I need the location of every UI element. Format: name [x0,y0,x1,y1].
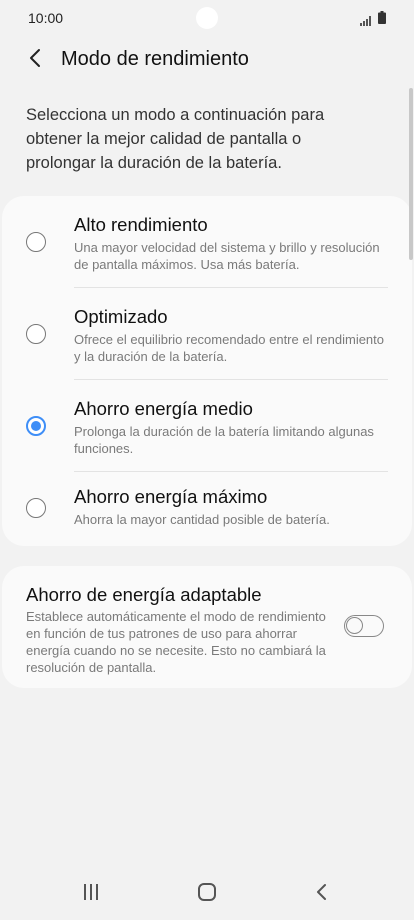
radio-button[interactable] [26,498,46,518]
status-bar: 10:00 [0,0,414,36]
radio-button[interactable] [26,232,46,252]
mode-title: Ahorro energía máximo [74,486,268,507]
back-button[interactable] [20,46,50,74]
performance-modes-card: Alto rendimiento Una mayor velocidad del… [2,196,412,546]
mode-item-optimizado[interactable]: Optimizado Ofrece el equilibrio recomend… [2,288,412,380]
mode-description: Ahorra la mayor cantidad posible de bate… [74,512,330,527]
mode-item-ahorro-energia-maximo[interactable]: Ahorro energía máximo Ahorra la mayor ca… [2,472,412,546]
mode-description: Ofrece el equilibrio recomendado entre e… [74,332,385,364]
home-icon [197,882,217,907]
page-title: Modo de rendimiento [61,48,249,70]
navigation-bar [0,868,414,920]
adaptive-description: Establece automáticamente el modo de ren… [26,609,326,675]
app-header: Modo de rendimiento [0,40,414,80]
mode-item-ahorro-energia-medio[interactable]: Ahorro energía medio Prolonga la duració… [2,380,412,472]
mode-title: Ahorro energía medio [74,398,253,419]
mode-description: Prolonga la duración de la batería limit… [74,424,374,456]
nav-back-button[interactable] [302,876,342,912]
mode-title: Optimizado [74,306,168,327]
mode-description: Una mayor velocidad del sistema y brillo… [74,240,380,272]
adaptive-title: Ahorro de energía adaptable [26,584,262,605]
signal-icon [360,13,372,31]
mode-item-alto-rendimiento[interactable]: Alto rendimiento Una mayor velocidad del… [2,196,412,288]
mode-title: Alto rendimiento [74,214,208,235]
scrollbar[interactable] [409,88,413,260]
toggle-knob [346,617,363,634]
status-time: 10:00 [28,10,64,26]
intro-text: Selecciona un modo a continuación para o… [26,106,325,172]
recents-icon [82,883,100,906]
adaptive-power-saving-card[interactable]: Ahorro de energía adaptable Establece au… [2,566,412,688]
radio-button[interactable] [26,416,46,436]
camera-notch [196,7,218,29]
chevron-left-icon [28,48,42,73]
home-button[interactable] [187,876,227,912]
back-chevron-icon [315,883,329,906]
recents-button[interactable] [71,876,111,912]
adaptive-toggle-switch[interactable] [344,615,384,637]
battery-icon [378,11,386,29]
radio-button[interactable] [26,324,46,344]
